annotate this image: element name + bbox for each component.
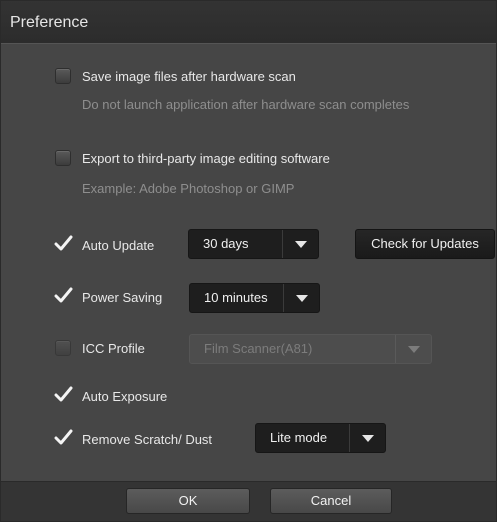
power-saving-interval-select[interactable]: 10 minutes [189, 283, 320, 313]
save-after-scan-option[interactable]: Save image files after hardware scan [55, 68, 296, 84]
icc-profile-label: ICC Profile [82, 340, 145, 356]
save-after-scan-label: Save image files after hardware scan [82, 68, 296, 84]
auto-exposure-checkbox[interactable] [54, 386, 73, 404]
power-saving-interval-value: 10 minutes [204, 290, 268, 305]
preference-dialog: Preference Save image files after hardwa… [0, 0, 497, 522]
chevron-down-icon[interactable] [349, 424, 385, 452]
auto-update-option[interactable]: Auto Update [54, 235, 155, 253]
icc-profile-checkbox[interactable] [55, 340, 71, 356]
chevron-down-icon[interactable] [282, 230, 318, 258]
remove-scratch-mode-value: Lite mode [270, 430, 328, 445]
check-for-updates-button[interactable]: Check for Updates [355, 229, 495, 259]
checkmark-icon [54, 235, 73, 251]
checkmark-icon [54, 429, 73, 445]
icc-profile-option[interactable]: ICC Profile [55, 340, 145, 356]
auto-update-checkbox[interactable] [54, 235, 73, 253]
auto-exposure-option[interactable]: Auto Exposure [54, 386, 168, 404]
remove-scratch-option[interactable]: Remove Scratch/ Dust [54, 429, 213, 447]
export-third-party-option[interactable]: Export to third-party image editing soft… [55, 150, 330, 166]
power-saving-option[interactable]: Power Saving [54, 287, 163, 305]
checkmark-icon [54, 386, 73, 402]
chevron-down-icon [395, 335, 431, 363]
power-saving-checkbox[interactable] [54, 287, 73, 305]
remove-scratch-label: Remove Scratch/ Dust [82, 431, 213, 447]
auto-update-interval-value: 30 days [203, 236, 249, 251]
export-third-party-checkbox[interactable] [55, 150, 71, 166]
checkmark-icon [54, 287, 73, 303]
auto-update-label: Auto Update [82, 237, 155, 253]
ok-button[interactable]: OK [126, 488, 250, 514]
export-third-party-label: Export to third-party image editing soft… [82, 150, 330, 166]
save-after-scan-description: Do not launch application after hardware… [82, 97, 410, 112]
chevron-down-icon[interactable] [283, 284, 319, 312]
power-saving-label: Power Saving [82, 289, 163, 305]
auto-update-interval-select[interactable]: 30 days [188, 229, 319, 259]
export-third-party-description: Example: Adobe Photoshop or GIMP [82, 181, 295, 196]
dialog-title: Preference [1, 1, 496, 44]
remove-scratch-checkbox[interactable] [54, 429, 73, 447]
cancel-button[interactable]: Cancel [270, 488, 392, 514]
auto-exposure-label: Auto Exposure [82, 388, 168, 404]
icc-profile-select[interactable]: Film Scanner(A81) [189, 334, 432, 364]
save-after-scan-checkbox[interactable] [55, 68, 71, 84]
remove-scratch-mode-select[interactable]: Lite mode [255, 423, 386, 453]
dialog-footer: OK Cancel [1, 481, 496, 521]
icc-profile-value: Film Scanner(A81) [204, 341, 313, 356]
